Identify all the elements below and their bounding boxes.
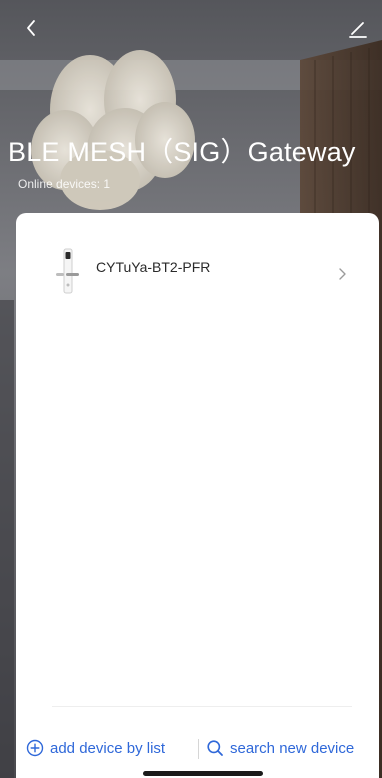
- home-indicator: [143, 771, 263, 776]
- device-list-item[interactable]: CYTuYa-BT2-PFR: [16, 241, 379, 301]
- chevron-left-icon: [27, 20, 35, 36]
- add-device-by-list-label: add device by list: [50, 739, 166, 757]
- device-list-card: CYTuYa-BT2-PFR add device by list search…: [16, 213, 379, 778]
- device-name: CYTuYa-BT2-PFR: [96, 259, 211, 275]
- gateway-screen: BLE MESH（SIG）Gateway Online devices: 1 C…: [0, 0, 382, 778]
- search-new-device-label: search new device: [230, 739, 355, 757]
- action-separator: [198, 739, 199, 759]
- gateway-title: BLE MESH（SIG）Gateway: [8, 137, 356, 167]
- plus-circle-icon: [26, 739, 44, 757]
- search-new-device-button[interactable]: search new device: [206, 733, 354, 763]
- online-devices-count: Online devices: 1: [18, 177, 111, 191]
- chevron-right-icon: [339, 268, 346, 280]
- footer-actions: add device by list search new device: [16, 733, 379, 763]
- pencil-icon: [349, 22, 367, 38]
- back-button[interactable]: [20, 16, 44, 40]
- add-device-by-list-button[interactable]: add device by list: [26, 733, 165, 763]
- footer-divider: [52, 706, 352, 707]
- edit-button[interactable]: [346, 16, 370, 40]
- search-icon: [207, 740, 223, 756]
- smart-lock-icon: [56, 248, 79, 294]
- top-nav-bar: [0, 0, 382, 56]
